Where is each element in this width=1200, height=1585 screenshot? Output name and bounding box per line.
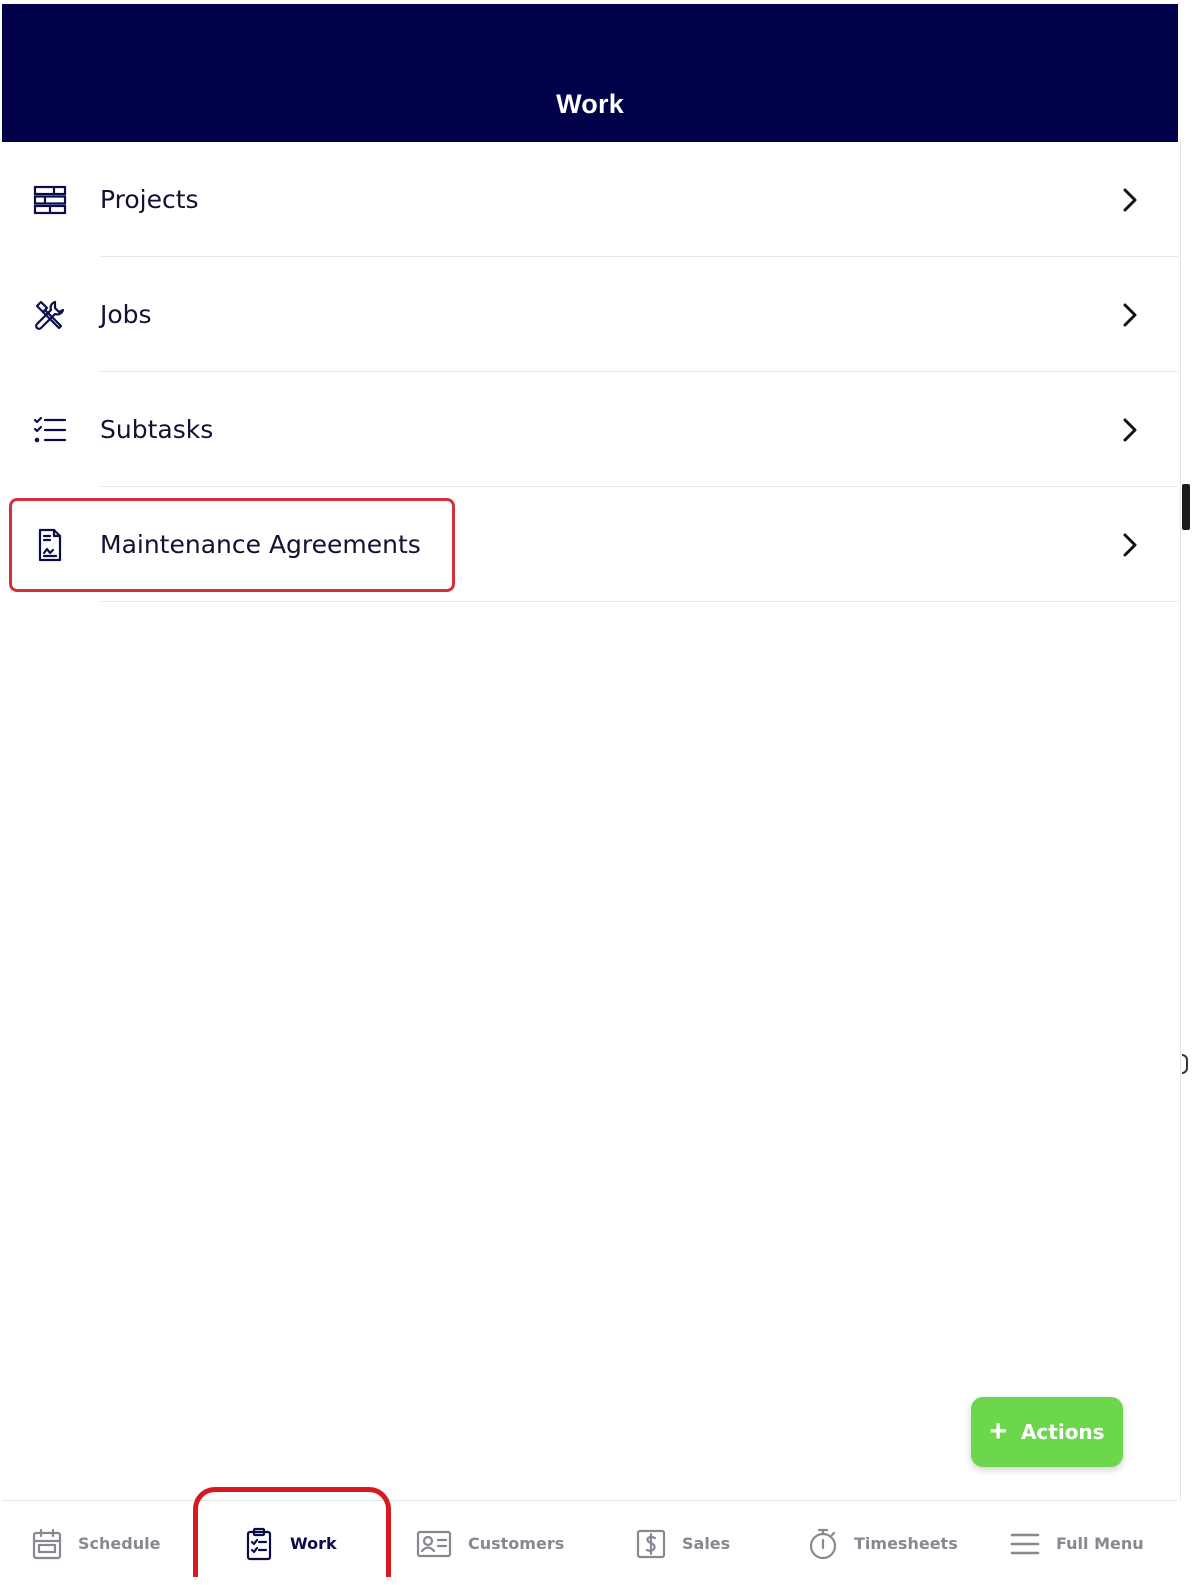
background-window-edge <box>1178 0 1200 1585</box>
nav-item-work[interactable]: Work <box>244 1501 337 1585</box>
menu-item-projects[interactable]: Projects <box>2 142 1178 257</box>
divider <box>100 601 1178 602</box>
app-window: Work Projects Jobs Subtasks Maintenance … <box>2 4 1178 1585</box>
dollar-icon <box>636 1527 666 1561</box>
chevron-right-icon <box>1120 301 1140 329</box>
checklist-icon <box>32 412 68 448</box>
chevron-right-icon <box>1120 531 1140 559</box>
nav-item-timesheets[interactable]: Timesheets <box>808 1501 958 1585</box>
nav-label: Work <box>290 1534 337 1553</box>
work-menu-list: Projects Jobs Subtasks Maintenance Agree… <box>2 142 1178 602</box>
menu-item-label: Subtasks <box>100 415 214 444</box>
menu-item-jobs[interactable]: Jobs <box>2 257 1178 372</box>
actions-label: Actions <box>1020 1420 1105 1444</box>
edge-line <box>1180 140 1181 1500</box>
page-title: Work <box>556 89 624 119</box>
nav-label: Sales <box>682 1534 731 1553</box>
document-icon <box>32 527 68 563</box>
menu-item-label: Projects <box>100 185 199 214</box>
calendar-icon <box>32 1527 62 1561</box>
projects-icon <box>32 182 68 218</box>
clipboard-icon <box>244 1527 274 1561</box>
contact-card-icon <box>416 1527 452 1561</box>
menu-item-subtasks[interactable]: Subtasks <box>2 372 1178 487</box>
background-glyph <box>1182 484 1190 530</box>
nav-item-customers[interactable]: Customers <box>416 1501 564 1585</box>
actions-button[interactable]: + Actions <box>971 1397 1123 1467</box>
plus-icon: + <box>989 1415 1007 1448</box>
tools-icon <box>32 297 68 333</box>
nav-label: Schedule <box>78 1534 161 1553</box>
nav-item-schedule[interactable]: Schedule <box>32 1501 160 1585</box>
top-header: Work <box>2 4 1178 142</box>
nav-item-sales[interactable]: Sales <box>636 1501 730 1585</box>
background-glyph <box>1182 1054 1188 1074</box>
menu-item-label: Jobs <box>100 300 152 329</box>
bottom-navigation: Schedule Work Customers Sales Timesheets… <box>2 1500 1178 1585</box>
menu-item-label: Maintenance Agreements <box>100 530 421 559</box>
nav-label: Timesheets <box>854 1534 958 1553</box>
nav-label: Customers <box>468 1534 565 1553</box>
stopwatch-icon <box>808 1527 838 1561</box>
chevron-right-icon <box>1120 186 1140 214</box>
menu-item-maintenance-agreements[interactable]: Maintenance Agreements <box>2 487 1178 602</box>
hamburger-icon <box>1010 1527 1040 1561</box>
nav-item-full-menu[interactable]: Full Menu <box>1010 1501 1144 1585</box>
chevron-right-icon <box>1120 416 1140 444</box>
nav-label: Full Menu <box>1056 1534 1144 1553</box>
